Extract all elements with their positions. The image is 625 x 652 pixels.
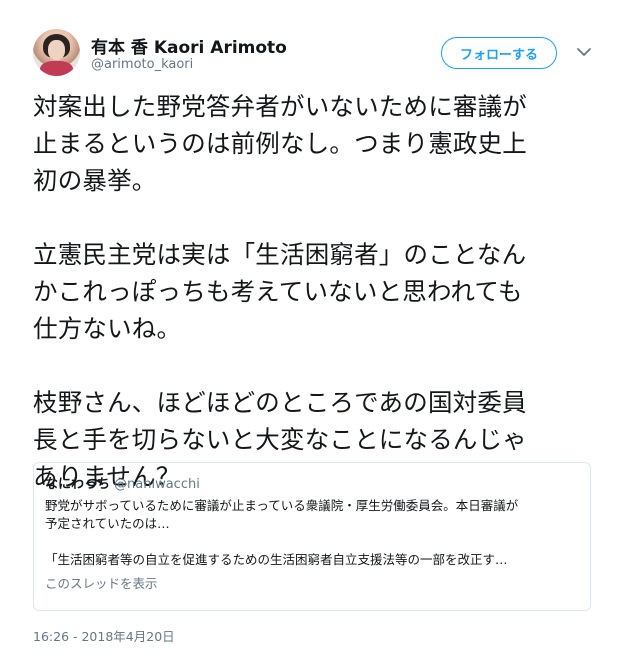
quoted-line-break	[45, 533, 579, 551]
tweet-line: 仕方ないね。	[33, 314, 182, 343]
author-name[interactable]: 有本 香 Kaori Arimoto	[91, 33, 287, 58]
tweet-line-break	[33, 199, 593, 236]
tweet-timestamp[interactable]: 16:26 - 2018年4月20日	[33, 626, 175, 645]
tweet-line: 対案出した野党答弁者がいないために審議が	[33, 92, 527, 121]
tweet-line-break	[33, 347, 593, 384]
quoted-tweet[interactable]: なにわっち @naniwacchi 野党がサボっているために審議が止まっている衆議…	[33, 462, 591, 611]
tweet-line: 長と手を切らないと大変なことになるんじゃ	[33, 425, 527, 454]
tweet-line: 立憲民主党は実は「生活困窮者」のことなん	[33, 240, 527, 269]
quoted-line: 予定されていたのは…	[45, 516, 170, 531]
tweet-line: 初の暴挙。	[33, 166, 157, 195]
tweet-line: 枝野さん、ほどほどのところであの国対委員	[33, 388, 527, 417]
tweet-line: 止まるというのは前例なし。つまり憲政史上	[33, 129, 527, 158]
follow-button[interactable]: フォローする	[441, 37, 557, 69]
avatar[interactable]	[33, 29, 80, 76]
show-thread-link[interactable]: このスレッドを表示	[45, 573, 579, 592]
quoted-line: 「生活困窮者等の自立を促進するための生活困窮者自立支援法等の一部を改正す…	[45, 552, 508, 567]
chevron-down-icon[interactable]	[575, 43, 593, 61]
tweet-header: 有本 香 Kaori Arimoto @arimoto_kaori フォローする	[33, 29, 605, 81]
author-handle[interactable]: @arimoto_kaori	[91, 57, 193, 72]
tweet-text: 対案出した野党答弁者がいないために審議が 止まるというのは前例なし。つまり憲政史…	[33, 88, 593, 495]
quoted-header: なにわっち @naniwacchi	[45, 473, 579, 492]
avatar-body	[40, 61, 73, 76]
quoted-author-name: なにわっち	[45, 477, 111, 492]
avatar-face	[48, 40, 65, 60]
quoted-author-handle: @naniwacchi	[114, 477, 200, 492]
quoted-line: 野党がサボっているために審議が止まっている衆議院・厚生労働委員会。本日審議が	[45, 498, 519, 513]
tweet-line: かこれっぽっちも考えていないと思われても	[33, 277, 523, 306]
quoted-text: 野党がサボっているために審議が止まっている衆議院・厚生労働委員会。本日審議が 予…	[45, 497, 579, 569]
tweet-card: 有本 香 Kaori Arimoto @arimoto_kaori フォローする…	[0, 0, 625, 652]
